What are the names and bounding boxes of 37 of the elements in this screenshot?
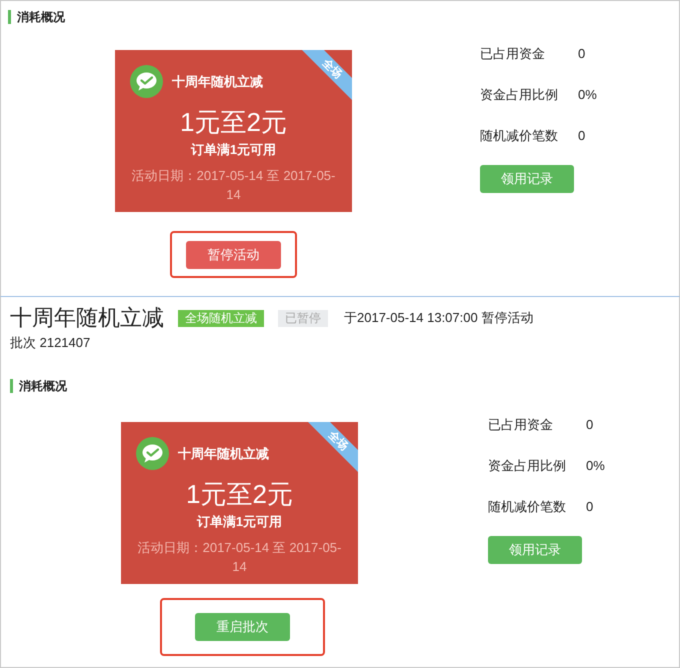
corner-ribbon: 全场: [302, 50, 352, 100]
section-title: 消耗概况: [19, 378, 67, 394]
stat-value: 0: [586, 416, 594, 434]
status-note: 于2017-05-14 13:07:00 暂停活动: [344, 309, 534, 327]
chat-check-icon: [130, 65, 163, 98]
stat-value: 0: [586, 498, 594, 516]
coupon-title: 十周年随机立减: [178, 444, 269, 462]
coupon-amount: 1元至2元: [180, 107, 287, 137]
scope-tag: 全场随机立减: [178, 310, 264, 326]
section-accent-bar: [8, 10, 11, 24]
stat-label: 已占用资金: [488, 416, 554, 434]
stat-value: 0: [578, 45, 586, 63]
restart-button[interactable]: 重启批次: [195, 613, 290, 641]
coupon-condition: 订单满1元可用: [190, 141, 276, 159]
stat-label: 随机减价笔数: [480, 127, 559, 145]
stat-value: 0%: [578, 86, 597, 104]
stat-label: 资金占用比例: [488, 457, 567, 475]
records-button[interactable]: 领用记录: [488, 536, 582, 564]
stat-label: 资金占用比例: [480, 86, 559, 104]
records-button[interactable]: 领用记录: [480, 165, 574, 193]
batch-number: 批次 2121407: [10, 334, 90, 352]
page-title: 十周年随机立减: [10, 305, 164, 331]
stat-label: 已占用资金: [480, 45, 546, 63]
pause-button[interactable]: 暂停活动: [186, 240, 281, 268]
corner-ribbon: 全场: [308, 422, 358, 472]
stat-label: 随机减价笔数: [488, 498, 567, 516]
coupon-dates: 活动日期：2017-05-14 至 2017-05-14: [136, 539, 342, 576]
stat-value: 0: [578, 127, 586, 145]
section-accent-bar: [10, 379, 13, 393]
coupon-dates: 活动日期：2017-05-14 至 2017-05-14: [130, 167, 336, 204]
stat-value: 0%: [586, 457, 605, 475]
coupon-amount: 1元至2元: [186, 479, 293, 509]
status-tag: 已暂停: [278, 310, 328, 326]
coupon-title: 十周年随机立减: [172, 72, 263, 90]
section-title: 消耗概况: [17, 9, 65, 25]
chat-check-icon: [136, 437, 169, 470]
coupon-condition: 订单满1元可用: [196, 513, 282, 531]
